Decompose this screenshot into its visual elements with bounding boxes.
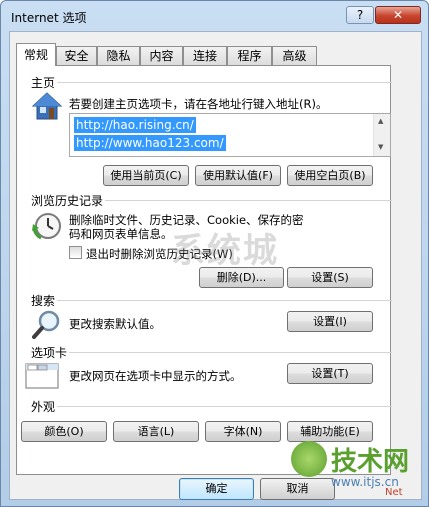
logo-text: 技术网 — [331, 447, 410, 477]
use-current-button[interactable]: 使用当前页(C) — [103, 165, 189, 186]
search-description: 更改搜索默认值。 — [69, 317, 161, 331]
history-settings-button[interactable]: 设置(S) — [287, 267, 373, 288]
home-page-address-box[interactable]: http://hao.rising.cn/ http://www.hao123.… — [69, 113, 391, 157]
tabs-description: 更改网页在选项卡中显示的方式。 — [69, 369, 242, 383]
scroll-down-icon[interactable]: ▼ — [378, 143, 383, 151]
magnifier-icon — [31, 308, 63, 343]
close-button[interactable]: ✕ — [375, 6, 421, 24]
title-bar: Internet 选项 ? ✕ — [1, 1, 428, 29]
browsing-history-heading: 浏览历史记录 — [31, 194, 104, 208]
home-page-description: 若要创建主页选项卡，请在各地址行键入地址(R)。 — [69, 97, 328, 111]
tab-connections[interactable]: 连接 — [183, 46, 227, 65]
tab-programs[interactable]: 程序 — [227, 46, 272, 65]
window-title: Internet 选项 — [11, 11, 87, 25]
divider — [57, 406, 392, 407]
tab-advanced[interactable]: 高级 — [272, 46, 317, 65]
use-default-button[interactable]: 使用默认值(F) — [195, 165, 281, 186]
appearance-heading: 外观 — [31, 400, 56, 414]
tabs-heading: 选项卡 — [31, 346, 68, 360]
colors-button[interactable]: 颜色(O) — [21, 421, 107, 442]
house-icon — [31, 90, 63, 125]
home-url-line: http://hao.rising.cn/ — [74, 117, 196, 133]
divider — [105, 200, 392, 201]
internet-options-window: Internet 选项 ? ✕ 常规 安全 隐私 内容 连接 程序 高级 主页 — [0, 0, 429, 507]
logo-circle-icon — [291, 441, 327, 477]
use-blank-button[interactable]: 使用空白页(B) — [287, 165, 373, 186]
divider — [69, 352, 392, 353]
help-button[interactable]: ? — [346, 6, 374, 24]
clock-refresh-icon — [31, 210, 63, 245]
languages-button[interactable]: 语言(L) — [113, 421, 199, 442]
tab-general[interactable]: 常规 — [16, 43, 56, 66]
search-heading: 搜索 — [31, 294, 56, 308]
home-page-heading: 主页 — [31, 76, 56, 90]
divider — [57, 300, 392, 301]
fonts-button[interactable]: 字体(N) — [205, 421, 281, 442]
tab-privacy[interactable]: 隐私 — [97, 46, 140, 65]
scroll-up-icon[interactable]: ▲ — [378, 117, 383, 125]
tab-content[interactable]: 内容 — [140, 46, 183, 65]
search-settings-button[interactable]: 设置(I) — [287, 311, 373, 332]
center-watermark: 系统城 — [171, 231, 279, 271]
divider — [57, 82, 392, 83]
address-scrollbar[interactable]: ▲ ▼ — [373, 114, 390, 156]
delete-on-exit-checkbox[interactable] — [69, 246, 82, 259]
home-url-line: http://www.hao123.com/ — [74, 135, 226, 151]
tabs-settings-button[interactable]: 设置(T) — [287, 363, 373, 384]
logo-watermark: 技术网 www.itjs.cn Net — [287, 437, 425, 499]
ok-button[interactable]: 确定 — [179, 478, 254, 500]
tab-window-icon — [25, 361, 59, 394]
tab-security[interactable]: 安全 — [56, 46, 97, 65]
logo-url-suffix: Net — [385, 487, 403, 498]
